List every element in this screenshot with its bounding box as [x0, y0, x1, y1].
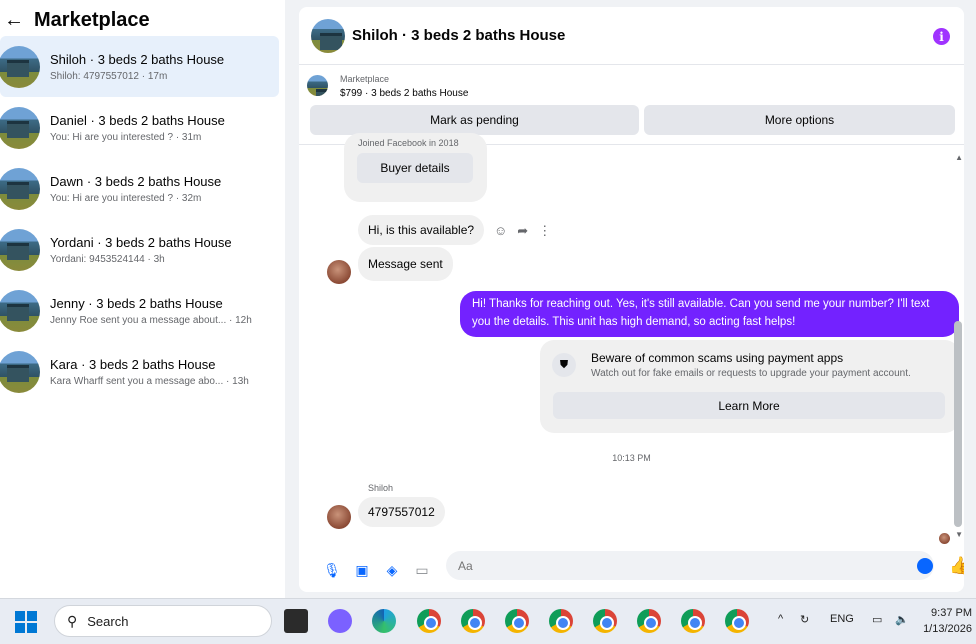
task-view-icon[interactable] — [284, 609, 308, 633]
conversation-preview: Shiloh: 4797557012 · 17m — [50, 70, 168, 82]
chrome-icon[interactable] — [593, 609, 617, 633]
listing-thumbnail — [0, 289, 40, 332]
mark-as-pending-button[interactable]: Mark as pending — [310, 105, 639, 135]
conversation-preview: You: Hi are you interested ? · 32m — [50, 192, 202, 204]
chrome-icon[interactable] — [505, 609, 529, 633]
system-clock[interactable]: 9:37 PM 1/13/2026 — [923, 605, 972, 637]
microphone-icon[interactable]: 🎙 — [323, 561, 341, 579]
message-composer: 🎙 ▣ ◈ ▭ 👍 — [299, 548, 964, 592]
chrome-icon[interactable] — [725, 609, 749, 633]
listing-price[interactable]: $799 · 3 beds 2 baths House — [340, 88, 468, 99]
shield-icon: ⛊ — [552, 353, 576, 377]
conversation-title: Daniel · 3 beds 2 baths House — [50, 112, 225, 128]
conversation-item-kara[interactable]: Kara · 3 beds 2 baths House Kara Wharff … — [0, 341, 279, 402]
conversation-title: Dawn · 3 beds 2 baths House — [50, 173, 222, 189]
emoji-icon[interactable] — [917, 558, 933, 574]
gif-icon[interactable]: ▭ — [413, 561, 431, 579]
more-options-button[interactable]: More options — [644, 105, 955, 135]
sender-avatar[interactable] — [327, 505, 351, 529]
language-indicator[interactable]: ENG — [830, 613, 854, 625]
scam-warning-text: Watch out for fake emails or requests to… — [591, 368, 911, 379]
scam-warning-card: ⛊ Beware of common scams using payment a… — [540, 340, 959, 433]
message-timestamp: 10:13 PM — [612, 453, 651, 463]
chat-title[interactable]: Shiloh · 3 beds 2 baths House — [352, 27, 565, 44]
windows-start-icon[interactable] — [15, 611, 37, 633]
conversation-item-daniel[interactable]: Daniel · 3 beds 2 baths House You: Hi ar… — [0, 97, 279, 158]
sidebar-title: Marketplace — [34, 8, 150, 31]
conversation-title: Yordani · 3 beds 2 baths House — [50, 234, 232, 250]
chat-header: Shiloh · 3 beds 2 baths House i — [299, 7, 964, 65]
buyer-profile-card: Joined Facebook in 2018 Buyer details — [344, 133, 487, 202]
conversation-title: Jenny · 3 beds 2 baths House — [50, 295, 223, 311]
message-bubble-incoming: Message sent — [358, 247, 453, 281]
chrome-icon[interactable] — [549, 609, 573, 633]
taskbar-search[interactable]: ⚲ Search — [54, 605, 272, 637]
listing-thumbnail — [0, 106, 40, 149]
chat-listing-thumbnail[interactable] — [311, 18, 345, 53]
buyer-details-button[interactable]: Buyer details — [357, 153, 473, 183]
more-vertical-icon[interactable]: ⋮ — [538, 223, 551, 239]
sidebar-header: ← Marketplace — [0, 0, 285, 40]
conversation-preview: Yordani: 9453524144 · 3h — [50, 253, 165, 265]
photo-icon[interactable]: ▣ — [353, 561, 371, 579]
back-arrow-icon[interactable]: ← — [4, 9, 24, 32]
clock-date: 1/13/2026 — [923, 623, 972, 635]
listing-thumbnail — [0, 228, 40, 271]
react-emoji-icon[interactable]: ☺ — [494, 223, 507, 239]
chrome-icon[interactable] — [461, 609, 485, 633]
reply-icon[interactable]: ➦ — [517, 223, 528, 239]
conversation-title: Shiloh · 3 beds 2 baths House — [50, 51, 225, 67]
chat-pane: Shiloh · 3 beds 2 baths House i Marketpl… — [285, 0, 976, 598]
taskbar-search-label: Search — [87, 613, 129, 629]
chrome-icon[interactable] — [417, 609, 441, 633]
scroll-up-icon[interactable]: ▲ — [955, 153, 963, 162]
listing-thumbnail — [0, 350, 40, 393]
tray-chevron-icon[interactable]: ^ — [778, 613, 783, 625]
search-icon: ⚲ — [67, 612, 78, 629]
chrome-icon[interactable] — [637, 609, 661, 633]
conversation-item-shiloh[interactable]: Shiloh · 3 beds 2 baths House Shiloh: 47… — [0, 36, 279, 97]
conversation-preview: Jenny Roe sent you a message about... · … — [50, 314, 252, 326]
joined-text: Joined Facebook in 2018 — [358, 138, 459, 148]
conversation-item-dawn[interactable]: Dawn · 3 beds 2 baths House You: Hi are … — [0, 158, 279, 219]
conversation-preview: Kara Wharff sent you a message abo... · … — [50, 375, 249, 387]
conversation-preview: You: Hi are you interested ? · 31m — [50, 131, 202, 143]
listing-small-thumbnail[interactable] — [307, 75, 328, 96]
message-bubble-incoming: Hi, is this available? — [358, 215, 485, 245]
message-actions: ☺ ➦ ⋮ — [494, 223, 551, 239]
read-receipt-avatar — [939, 533, 950, 544]
teams-icon[interactable] — [328, 609, 352, 633]
conversation-item-yordani[interactable]: Yordani · 3 beds 2 baths House Yordani: … — [0, 219, 279, 280]
clock-time: 9:37 PM — [931, 607, 972, 619]
conversation-list-pane: ← Marketplace Shiloh · 3 beds 2 baths Ho… — [0, 0, 285, 598]
listing-label: Marketplace — [340, 74, 390, 84]
sticker-icon[interactable]: ◈ — [383, 561, 401, 579]
listing-thumbnail — [0, 45, 40, 88]
volume-icon[interactable]: 🔈 — [895, 613, 909, 626]
network-icon[interactable]: ▭ — [872, 613, 882, 626]
sender-name: Shiloh — [368, 483, 394, 493]
chrome-icon-active[interactable] — [681, 609, 705, 633]
message-thread: Joined Facebook in 2018 Buyer details Hi… — [299, 133, 964, 547]
edge-icon[interactable] — [372, 609, 396, 633]
listing-thumbnail — [0, 167, 40, 210]
message-bubble-incoming: 4797557012 — [358, 497, 445, 527]
conversation-title: Kara · 3 beds 2 baths House — [50, 356, 216, 372]
message-input[interactable] — [446, 551, 934, 580]
learn-more-button[interactable]: Learn More — [553, 392, 945, 419]
chat-window: Shiloh · 3 beds 2 baths House i Marketpl… — [299, 7, 964, 592]
thumbs-up-icon[interactable]: 👍 — [949, 556, 964, 576]
sender-avatar[interactable] — [327, 260, 351, 284]
message-scrollbar[interactable] — [954, 321, 962, 527]
windows-taskbar: ⚲ Search ^ ↻ ENG ▭ 🔈 9:37 PM 1/13/2026 — [0, 598, 976, 644]
scroll-down-icon[interactable]: ▼ — [955, 530, 963, 539]
conversation-item-jenny[interactable]: Jenny · 3 beds 2 baths House Jenny Roe s… — [0, 280, 279, 341]
sync-icon[interactable]: ↻ — [800, 613, 809, 626]
info-icon[interactable]: i — [933, 28, 950, 45]
scam-warning-title: Beware of common scams using payment app… — [591, 351, 844, 365]
message-bubble-outgoing: Hi! Thanks for reaching out. Yes, it's s… — [460, 291, 959, 337]
